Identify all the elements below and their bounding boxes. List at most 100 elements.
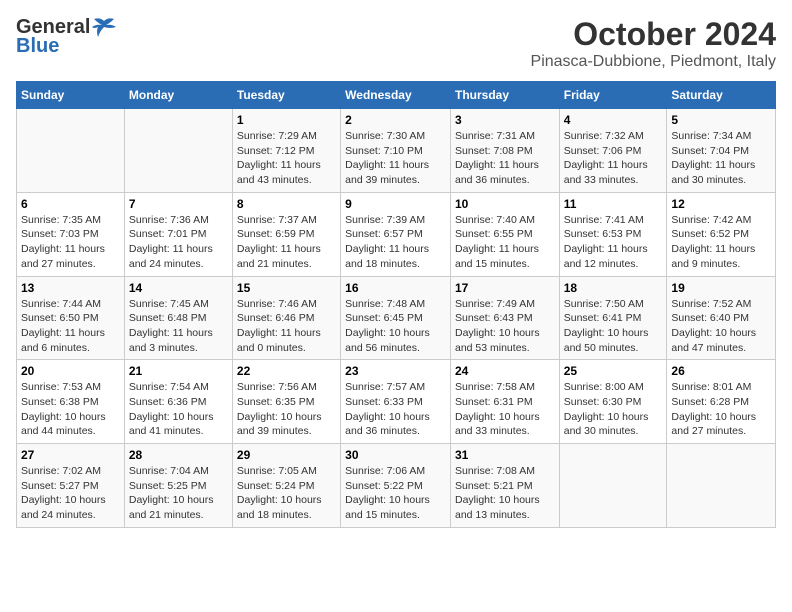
calendar-cell: 26Sunrise: 8:01 AMSunset: 6:28 PMDayligh… [667, 360, 776, 444]
day-number: 9 [345, 197, 446, 211]
cell-info: Sunrise: 7:40 AMSunset: 6:55 PMDaylight:… [455, 213, 555, 272]
calendar-table: SundayMondayTuesdayWednesdayThursdayFrid… [16, 81, 776, 528]
cell-info: Sunrise: 7:54 AMSunset: 6:36 PMDaylight:… [129, 380, 228, 439]
col-header-thursday: Thursday [450, 82, 559, 109]
cell-info: Sunrise: 7:53 AMSunset: 6:38 PMDaylight:… [21, 380, 120, 439]
cell-info: Sunrise: 7:02 AMSunset: 5:27 PMDaylight:… [21, 464, 120, 523]
calendar-cell: 18 Sunrise: 7:50 AMSunset: 6:41 PMDayligh… [559, 276, 667, 360]
col-header-monday: Monday [124, 82, 232, 109]
day-number: 11 [564, 197, 663, 211]
calendar-cell: 3Sunrise: 7:31 AMSunset: 7:08 PMDaylight… [450, 109, 559, 193]
cell-info: Sunrise: 7:50 AMSunset: 6:41 PMDaylight:… [564, 297, 663, 356]
title-block: October 2024 Pinasca-Dubbione, Piedmont,… [531, 16, 776, 71]
col-header-wednesday: Wednesday [341, 82, 451, 109]
week-row-3: 13 Sunrise: 7:44 AMSunset: 6:50 PMDayligh… [17, 276, 776, 360]
calendar-cell: 25 Sunrise: 8:00 AMSunset: 6:30 PMDayligh… [559, 360, 667, 444]
col-header-tuesday: Tuesday [232, 82, 340, 109]
calendar-cell: 27 Sunrise: 7:02 AMSunset: 5:27 PMDayligh… [17, 444, 125, 528]
cell-info: Sunrise: 7:56 AMSunset: 6:35 PMDaylight:… [237, 380, 336, 439]
calendar-cell: 30 Sunrise: 7:06 AMSunset: 5:22 PMDayligh… [341, 444, 451, 528]
calendar-cell: 17 Sunrise: 7:49 AMSunset: 6:43 PMDayligh… [450, 276, 559, 360]
cell-info: Sunrise: 7:36 AMSunset: 7:01 PMDaylight:… [129, 213, 228, 272]
day-number: 21 [129, 364, 228, 378]
cell-info: Sunrise: 8:00 AMSunset: 6:30 PMDaylight:… [564, 380, 663, 439]
cell-info: Sunrise: 7:57 AMSunset: 6:33 PMDaylight:… [345, 380, 446, 439]
day-number: 25 [564, 364, 663, 378]
week-row-5: 27 Sunrise: 7:02 AMSunset: 5:27 PMDayligh… [17, 444, 776, 528]
day-number: 2 [345, 113, 446, 127]
calendar-cell: 29 Sunrise: 7:05 AMSunset: 5:24 PMDayligh… [232, 444, 340, 528]
calendar-cell: 24 Sunrise: 7:58 AMSunset: 6:31 PMDayligh… [450, 360, 559, 444]
calendar-cell: 10Sunrise: 7:40 AMSunset: 6:55 PMDayligh… [450, 192, 559, 276]
day-number: 30 [345, 448, 446, 462]
cell-info: Sunrise: 7:52 AMSunset: 6:40 PMDaylight:… [671, 297, 771, 356]
day-number: 18 [564, 281, 663, 295]
calendar-cell [559, 444, 667, 528]
cell-info: Sunrise: 7:42 AMSunset: 6:52 PMDaylight:… [671, 213, 771, 272]
day-number: 12 [671, 197, 771, 211]
calendar-cell: 2 Sunrise: 7:30 AMSunset: 7:10 PMDaylight… [341, 109, 451, 193]
calendar-cell: 12 Sunrise: 7:42 AMSunset: 6:52 PMDayligh… [667, 192, 776, 276]
col-header-friday: Friday [559, 82, 667, 109]
calendar-cell: 20 Sunrise: 7:53 AMSunset: 6:38 PMDayligh… [17, 360, 125, 444]
cell-info: Sunrise: 7:35 AMSunset: 7:03 PMDaylight:… [21, 213, 120, 272]
day-number: 3 [455, 113, 555, 127]
cell-info: Sunrise: 7:37 AMSunset: 6:59 PMDaylight:… [237, 213, 336, 272]
calendar-cell: 28 Sunrise: 7:04 AMSunset: 5:25 PMDayligh… [124, 444, 232, 528]
cell-info: Sunrise: 7:34 AMSunset: 7:04 PMDaylight:… [671, 129, 771, 188]
day-number: 20 [21, 364, 120, 378]
cell-info: Sunrise: 7:04 AMSunset: 5:25 PMDaylight:… [129, 464, 228, 523]
day-number: 13 [21, 281, 120, 295]
day-number: 29 [237, 448, 336, 462]
day-number: 28 [129, 448, 228, 462]
calendar-cell: 13 Sunrise: 7:44 AMSunset: 6:50 PMDayligh… [17, 276, 125, 360]
day-number: 24 [455, 364, 555, 378]
col-header-saturday: Saturday [667, 82, 776, 109]
day-number: 4 [564, 113, 663, 127]
calendar-cell: 19 Sunrise: 7:52 AMSunset: 6:40 PMDayligh… [667, 276, 776, 360]
calendar-cell: 1Sunrise: 7:29 AMSunset: 7:12 PMDaylight… [232, 109, 340, 193]
calendar-cell [667, 444, 776, 528]
cell-info: Sunrise: 7:45 AMSunset: 6:48 PMDaylight:… [129, 297, 228, 356]
day-number: 22 [237, 364, 336, 378]
day-number: 27 [21, 448, 120, 462]
cell-info: Sunrise: 7:48 AMSunset: 6:45 PMDaylight:… [345, 297, 446, 356]
day-number: 19 [671, 281, 771, 295]
calendar-cell: 8 Sunrise: 7:37 AMSunset: 6:59 PMDaylight… [232, 192, 340, 276]
calendar-cell: 7Sunrise: 7:36 AMSunset: 7:01 PMDaylight… [124, 192, 232, 276]
day-number: 5 [671, 113, 771, 127]
calendar-cell: 14 Sunrise: 7:45 AMSunset: 6:48 PMDayligh… [124, 276, 232, 360]
page-header: General Blue October 2024 Pinasca-Dubbio… [16, 16, 776, 71]
cell-info: Sunrise: 7:39 AMSunset: 6:57 PMDaylight:… [345, 213, 446, 272]
day-number: 8 [237, 197, 336, 211]
week-row-1: 1Sunrise: 7:29 AMSunset: 7:12 PMDaylight… [17, 109, 776, 193]
cell-info: Sunrise: 7:05 AMSunset: 5:24 PMDaylight:… [237, 464, 336, 523]
cell-info: Sunrise: 7:49 AMSunset: 6:43 PMDaylight:… [455, 297, 555, 356]
calendar-subtitle: Pinasca-Dubbione, Piedmont, Italy [531, 53, 776, 71]
day-number: 26 [671, 364, 771, 378]
cell-info: Sunrise: 7:06 AMSunset: 5:22 PMDaylight:… [345, 464, 446, 523]
cell-info: Sunrise: 7:30 AMSunset: 7:10 PMDaylight:… [345, 129, 446, 188]
logo: General Blue [16, 16, 118, 58]
calendar-cell [17, 109, 125, 193]
calendar-cell [124, 109, 232, 193]
cell-info: Sunrise: 7:41 AMSunset: 6:53 PMDaylight:… [564, 213, 663, 272]
calendar-title: October 2024 [531, 16, 776, 53]
calendar-cell: 31Sunrise: 7:08 AMSunset: 5:21 PMDayligh… [450, 444, 559, 528]
calendar-cell: 22 Sunrise: 7:56 AMSunset: 6:35 PMDayligh… [232, 360, 340, 444]
calendar-cell: 16 Sunrise: 7:48 AMSunset: 6:45 PMDayligh… [341, 276, 451, 360]
calendar-cell: 23Sunrise: 7:57 AMSunset: 6:33 PMDayligh… [341, 360, 451, 444]
day-number: 15 [237, 281, 336, 295]
day-number: 31 [455, 448, 555, 462]
day-number: 16 [345, 281, 446, 295]
cell-info: Sunrise: 7:32 AMSunset: 7:06 PMDaylight:… [564, 129, 663, 188]
day-number: 17 [455, 281, 555, 295]
calendar-cell: 9 Sunrise: 7:39 AMSunset: 6:57 PMDaylight… [341, 192, 451, 276]
week-row-2: 6 Sunrise: 7:35 AMSunset: 7:03 PMDaylight… [17, 192, 776, 276]
day-number: 14 [129, 281, 228, 295]
day-number: 6 [21, 197, 120, 211]
calendar-cell: 11 Sunrise: 7:41 AMSunset: 6:53 PMDayligh… [559, 192, 667, 276]
cell-info: Sunrise: 7:44 AMSunset: 6:50 PMDaylight:… [21, 297, 120, 356]
cell-info: Sunrise: 7:58 AMSunset: 6:31 PMDaylight:… [455, 380, 555, 439]
cell-info: Sunrise: 7:46 AMSunset: 6:46 PMDaylight:… [237, 297, 336, 356]
